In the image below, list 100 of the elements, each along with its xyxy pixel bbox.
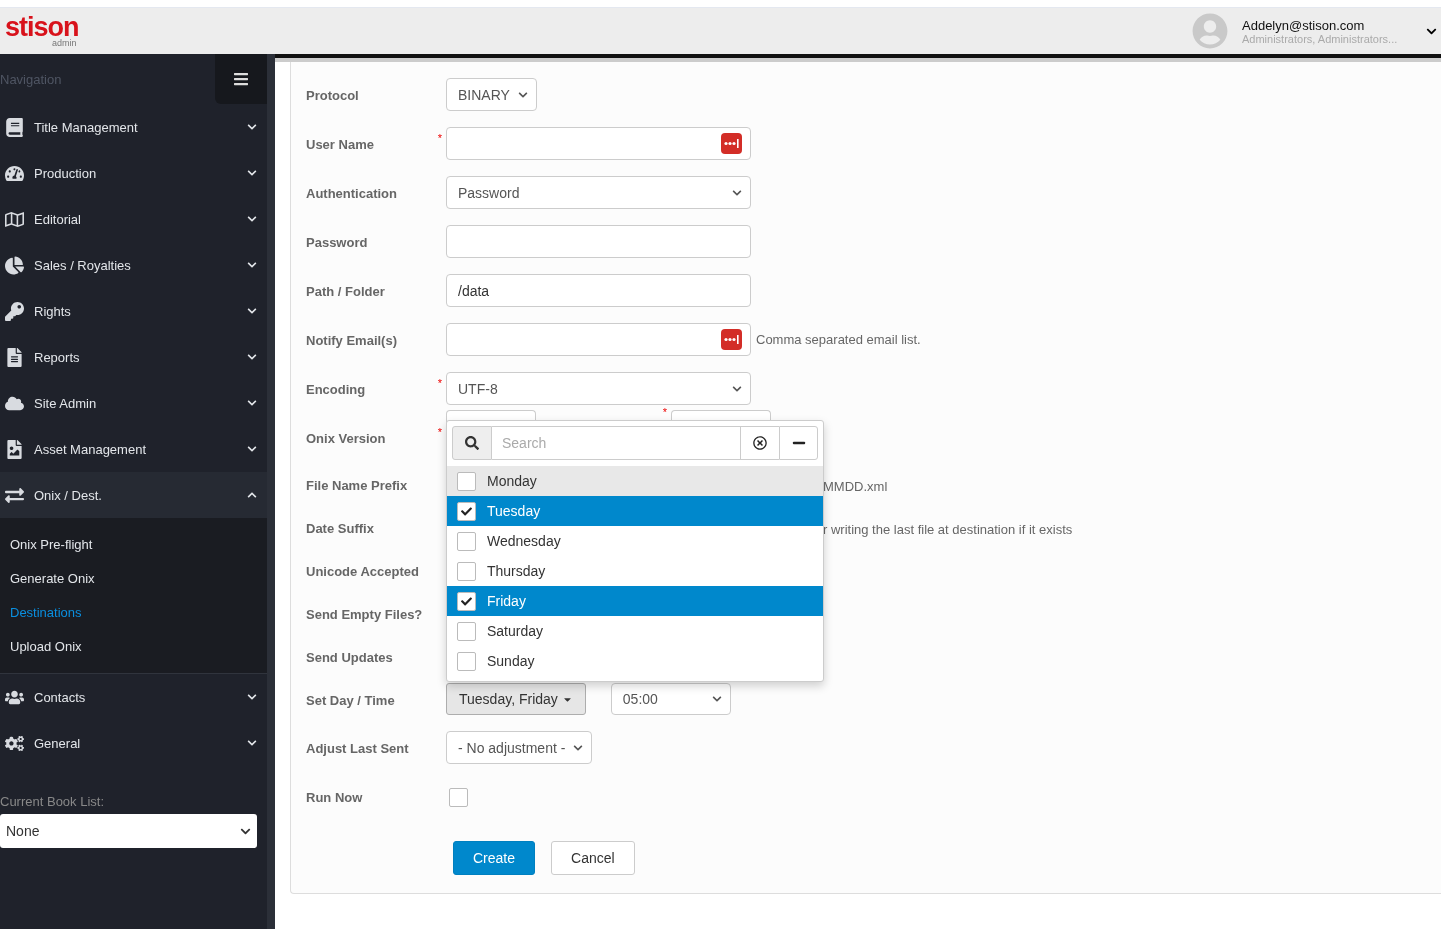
day-option[interactable]: Saturday [447,616,823,646]
nav-item[interactable]: Title Management [0,104,267,150]
search-icon [465,436,479,450]
required-mark: * [437,377,442,389]
menu-icon [233,71,249,87]
day-select-button[interactable]: Tuesday, Friday [446,683,586,715]
checkbox[interactable] [449,788,468,807]
password-manager-icon[interactable] [721,133,742,154]
nav-item[interactable]: Rights [0,288,267,334]
field-label: Date Suffix [306,521,374,536]
day-label: Thursday [487,563,546,579]
chevron-down-icon [247,168,257,178]
menu-button[interactable] [215,54,267,104]
field-label: Send Updates [306,650,393,665]
checkbox[interactable] [457,471,476,491]
nav-subitem[interactable]: Generate Onix [0,561,267,595]
check-icon [461,505,472,517]
field-label: Protocol [306,88,359,103]
chevron-down-icon [247,444,257,454]
book-list-label: Current Book List: [0,794,106,809]
time-select[interactable]: 05:00 [610,683,731,715]
chevron-down-icon [247,214,257,224]
select-field[interactable]: Password [446,176,751,209]
gears-icon [5,733,24,753]
field-label: File Name Prefix [306,478,408,493]
document-icon [5,347,24,367]
nav-item[interactable]: Reports [0,334,267,380]
checkbox[interactable] [457,531,476,551]
nav-item[interactable]: Sales / Royalties [0,242,267,288]
checkbox[interactable] [457,561,476,581]
checkbox[interactable] [457,651,476,671]
input-field[interactable]: /data [446,274,751,307]
input-field[interactable] [446,127,751,160]
nav-item[interactable]: Site Admin [0,380,267,426]
day-label: Tuesday [487,503,541,519]
nav-title: Navigation [0,71,62,87]
field-label: Encoding [306,382,366,397]
nav-subitem[interactable]: Onix Pre-flight [0,527,267,561]
select-field[interactable]: UTF-8 [446,372,751,405]
nav-item[interactable]: Contacts [0,674,267,720]
key-icon [5,301,24,321]
nav-item[interactable]: General [0,720,267,766]
day-label: Wednesday [487,533,561,549]
checkbox[interactable] [457,621,476,641]
day-option[interactable]: Tuesday [447,496,823,526]
book-icon [5,117,24,137]
nav-item[interactable]: Production [0,150,267,196]
user-groups: Administrators, Administrators... [1242,32,1412,45]
cancel-button[interactable]: Cancel [551,841,635,875]
book-list-select[interactable]: None [0,814,257,848]
select-field[interactable]: - No adjustment - [446,731,593,764]
chevron-down-icon [247,260,257,270]
day-option[interactable]: Wednesday [447,526,823,556]
field-label: Adjust Last Sent [306,741,409,756]
gauge-icon [5,163,24,183]
select-field[interactable]: BINARY [446,78,537,111]
day-label: Monday [487,473,537,489]
chevron-down-icon [247,122,257,132]
input-field[interactable] [446,225,751,258]
chevron-up-icon [247,490,257,500]
input-field[interactable] [446,323,751,356]
logo-subtitle: admin [52,39,77,48]
field-label: User Name [306,137,374,152]
field-hint: Comma separated email list. [756,332,921,347]
required-mark: * [437,426,442,438]
required-mark: * [662,406,667,418]
nav-subitem[interactable]: Upload Onix [0,629,267,663]
day-option[interactable]: Thursday [447,556,823,586]
clear-button[interactable] [740,426,779,460]
chevron-down-icon [247,352,257,362]
check-icon [461,595,472,607]
checkbox[interactable] [457,591,476,611]
password-manager-icon[interactable] [721,329,742,350]
field-label: Onix Version [306,431,386,446]
search-field[interactable]: Search [492,426,740,460]
chevron-down-icon [711,694,722,704]
map-icon [5,209,24,229]
checkbox[interactable] [457,501,476,521]
chevron-down-icon [247,306,257,316]
day-option[interactable]: Monday [447,466,823,496]
nav-subitem[interactable]: Destinations [0,595,267,629]
nav-item[interactable]: Onix / Dest. [0,472,267,518]
pie-chart-icon [5,255,24,275]
day-label: Saturday [487,623,544,639]
chevron-down-icon [517,89,528,100]
chevron-down-icon [732,383,742,394]
nav-item[interactable]: Asset Management [0,426,267,472]
user-email: Addelyn@stison.com [1242,17,1366,33]
nav-item[interactable]: Editorial [0,196,267,242]
create-button[interactable]: Create [453,841,536,875]
field-label: Password [306,235,368,250]
field-hint: MMDD.xml [823,479,888,494]
field-label: Set Day / Time [306,693,395,708]
field-label: Send Empty Files? [306,607,423,622]
arrows-icon [5,485,24,505]
chevron-down-icon [247,738,257,748]
field-hint: r writing the last file at destination if it exists [823,522,1073,537]
chevron-down-icon [247,398,257,408]
day-option[interactable]: Friday [447,586,823,616]
day-option[interactable]: Sunday [447,646,823,676]
